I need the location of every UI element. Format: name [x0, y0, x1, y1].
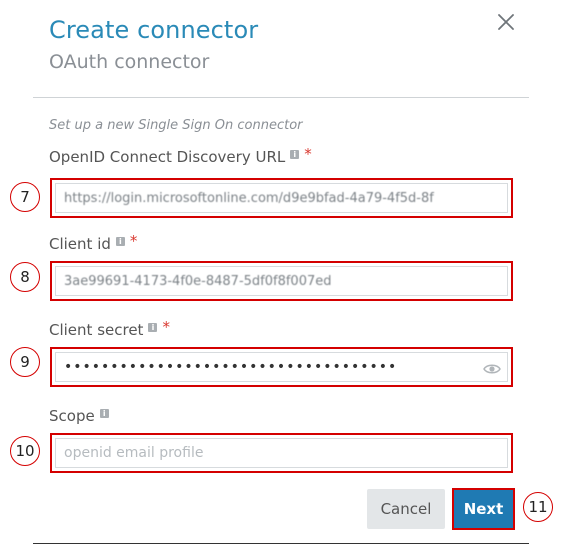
required-marker: *	[304, 145, 312, 163]
scope-label-text: Scope	[49, 407, 95, 425]
next-button[interactable]: Next	[452, 488, 515, 530]
scope-label: Scope i	[49, 407, 109, 425]
required-marker: *	[129, 232, 138, 250]
info-icon[interactable]: i	[290, 149, 300, 159]
discovery-url-field-box	[55, 183, 508, 213]
required-marker: *	[162, 318, 170, 336]
header-divider	[33, 97, 529, 98]
client-secret-input[interactable]	[56, 353, 507, 381]
dialog-title: Create connector	[49, 16, 259, 44]
client-id-label-text: Client id	[49, 235, 111, 253]
client-secret-field-highlight	[50, 347, 513, 387]
step-badge-11: 11	[523, 492, 553, 522]
eye-icon[interactable]	[483, 362, 501, 376]
discovery-url-field-highlight	[50, 178, 513, 218]
client-id-field-box	[55, 266, 508, 296]
discovery-url-label-text: OpenID Connect Discovery URL	[49, 148, 286, 166]
info-icon[interactable]: i	[115, 236, 125, 246]
client-secret-label: Client secret i *	[49, 318, 170, 339]
step-badge-10: 10	[10, 436, 40, 466]
step-badge-9: 9	[10, 347, 40, 377]
footer-divider	[33, 543, 529, 544]
close-icon[interactable]	[495, 11, 517, 33]
client-id-field-highlight	[50, 261, 513, 301]
cancel-button[interactable]: Cancel	[367, 489, 445, 529]
client-id-input[interactable]	[56, 267, 507, 295]
scope-input[interactable]	[56, 439, 507, 467]
discovery-url-input[interactable]	[56, 184, 507, 212]
discovery-url-label: OpenID Connect Discovery URL i *	[49, 145, 312, 166]
form-hint: Set up a new Single Sign On connector	[49, 118, 303, 133]
step-badge-8: 8	[10, 262, 40, 292]
client-id-label: Client id i *	[49, 232, 138, 253]
info-icon[interactable]: i	[148, 322, 158, 332]
dialog-subtitle: OAuth connector	[49, 51, 210, 73]
step-badge-7: 7	[10, 182, 40, 212]
scope-field-highlight	[50, 433, 513, 473]
client-secret-field-box	[55, 352, 508, 382]
client-secret-label-text: Client secret	[49, 321, 144, 339]
scope-field-box	[55, 438, 508, 468]
info-icon[interactable]: i	[99, 408, 109, 418]
